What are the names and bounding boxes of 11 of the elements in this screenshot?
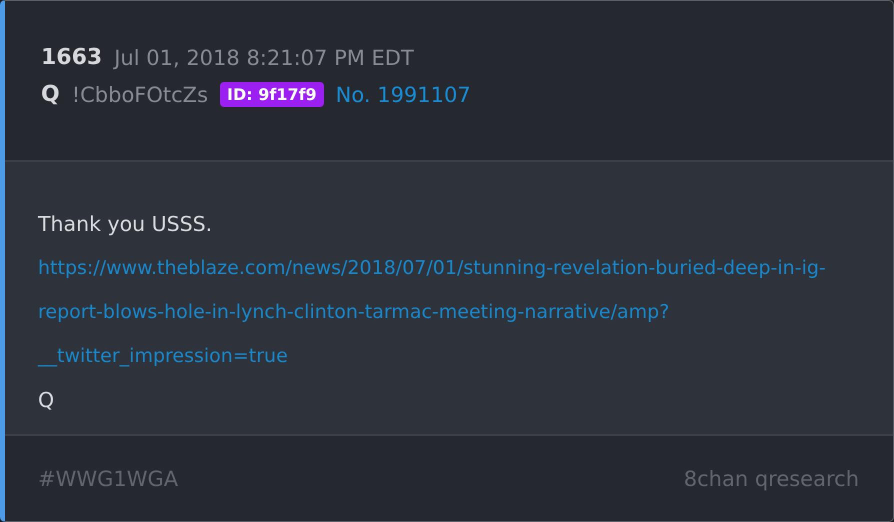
source-label: 8chan qresearch <box>684 466 859 490</box>
hashtag: #WWG1WGA <box>38 466 178 490</box>
article-link[interactable]: https://www.theblaze.com/news/2018/07/01/stunning-revelation-buried-deep-in-ig-report-blows-hole-in-lynch-clinton-tarmac-meeting-narrative/amp?__twitter_impression=true <box>38 246 838 378</box>
post-date: Jul 01, 2018 8:21:07 PM EDT <box>114 46 414 70</box>
post-text: Thank you USSS. <box>38 211 214 238</box>
post-number: 1663 <box>41 45 102 70</box>
post-text: Q <box>38 387 56 414</box>
post-number-link[interactable]: No. 1991107 <box>336 82 471 106</box>
id-badge: ID: 9f17f9 <box>220 82 324 107</box>
author-name: Q <box>41 82 60 107</box>
tripcode: !CbboFOtcZs <box>72 82 208 106</box>
